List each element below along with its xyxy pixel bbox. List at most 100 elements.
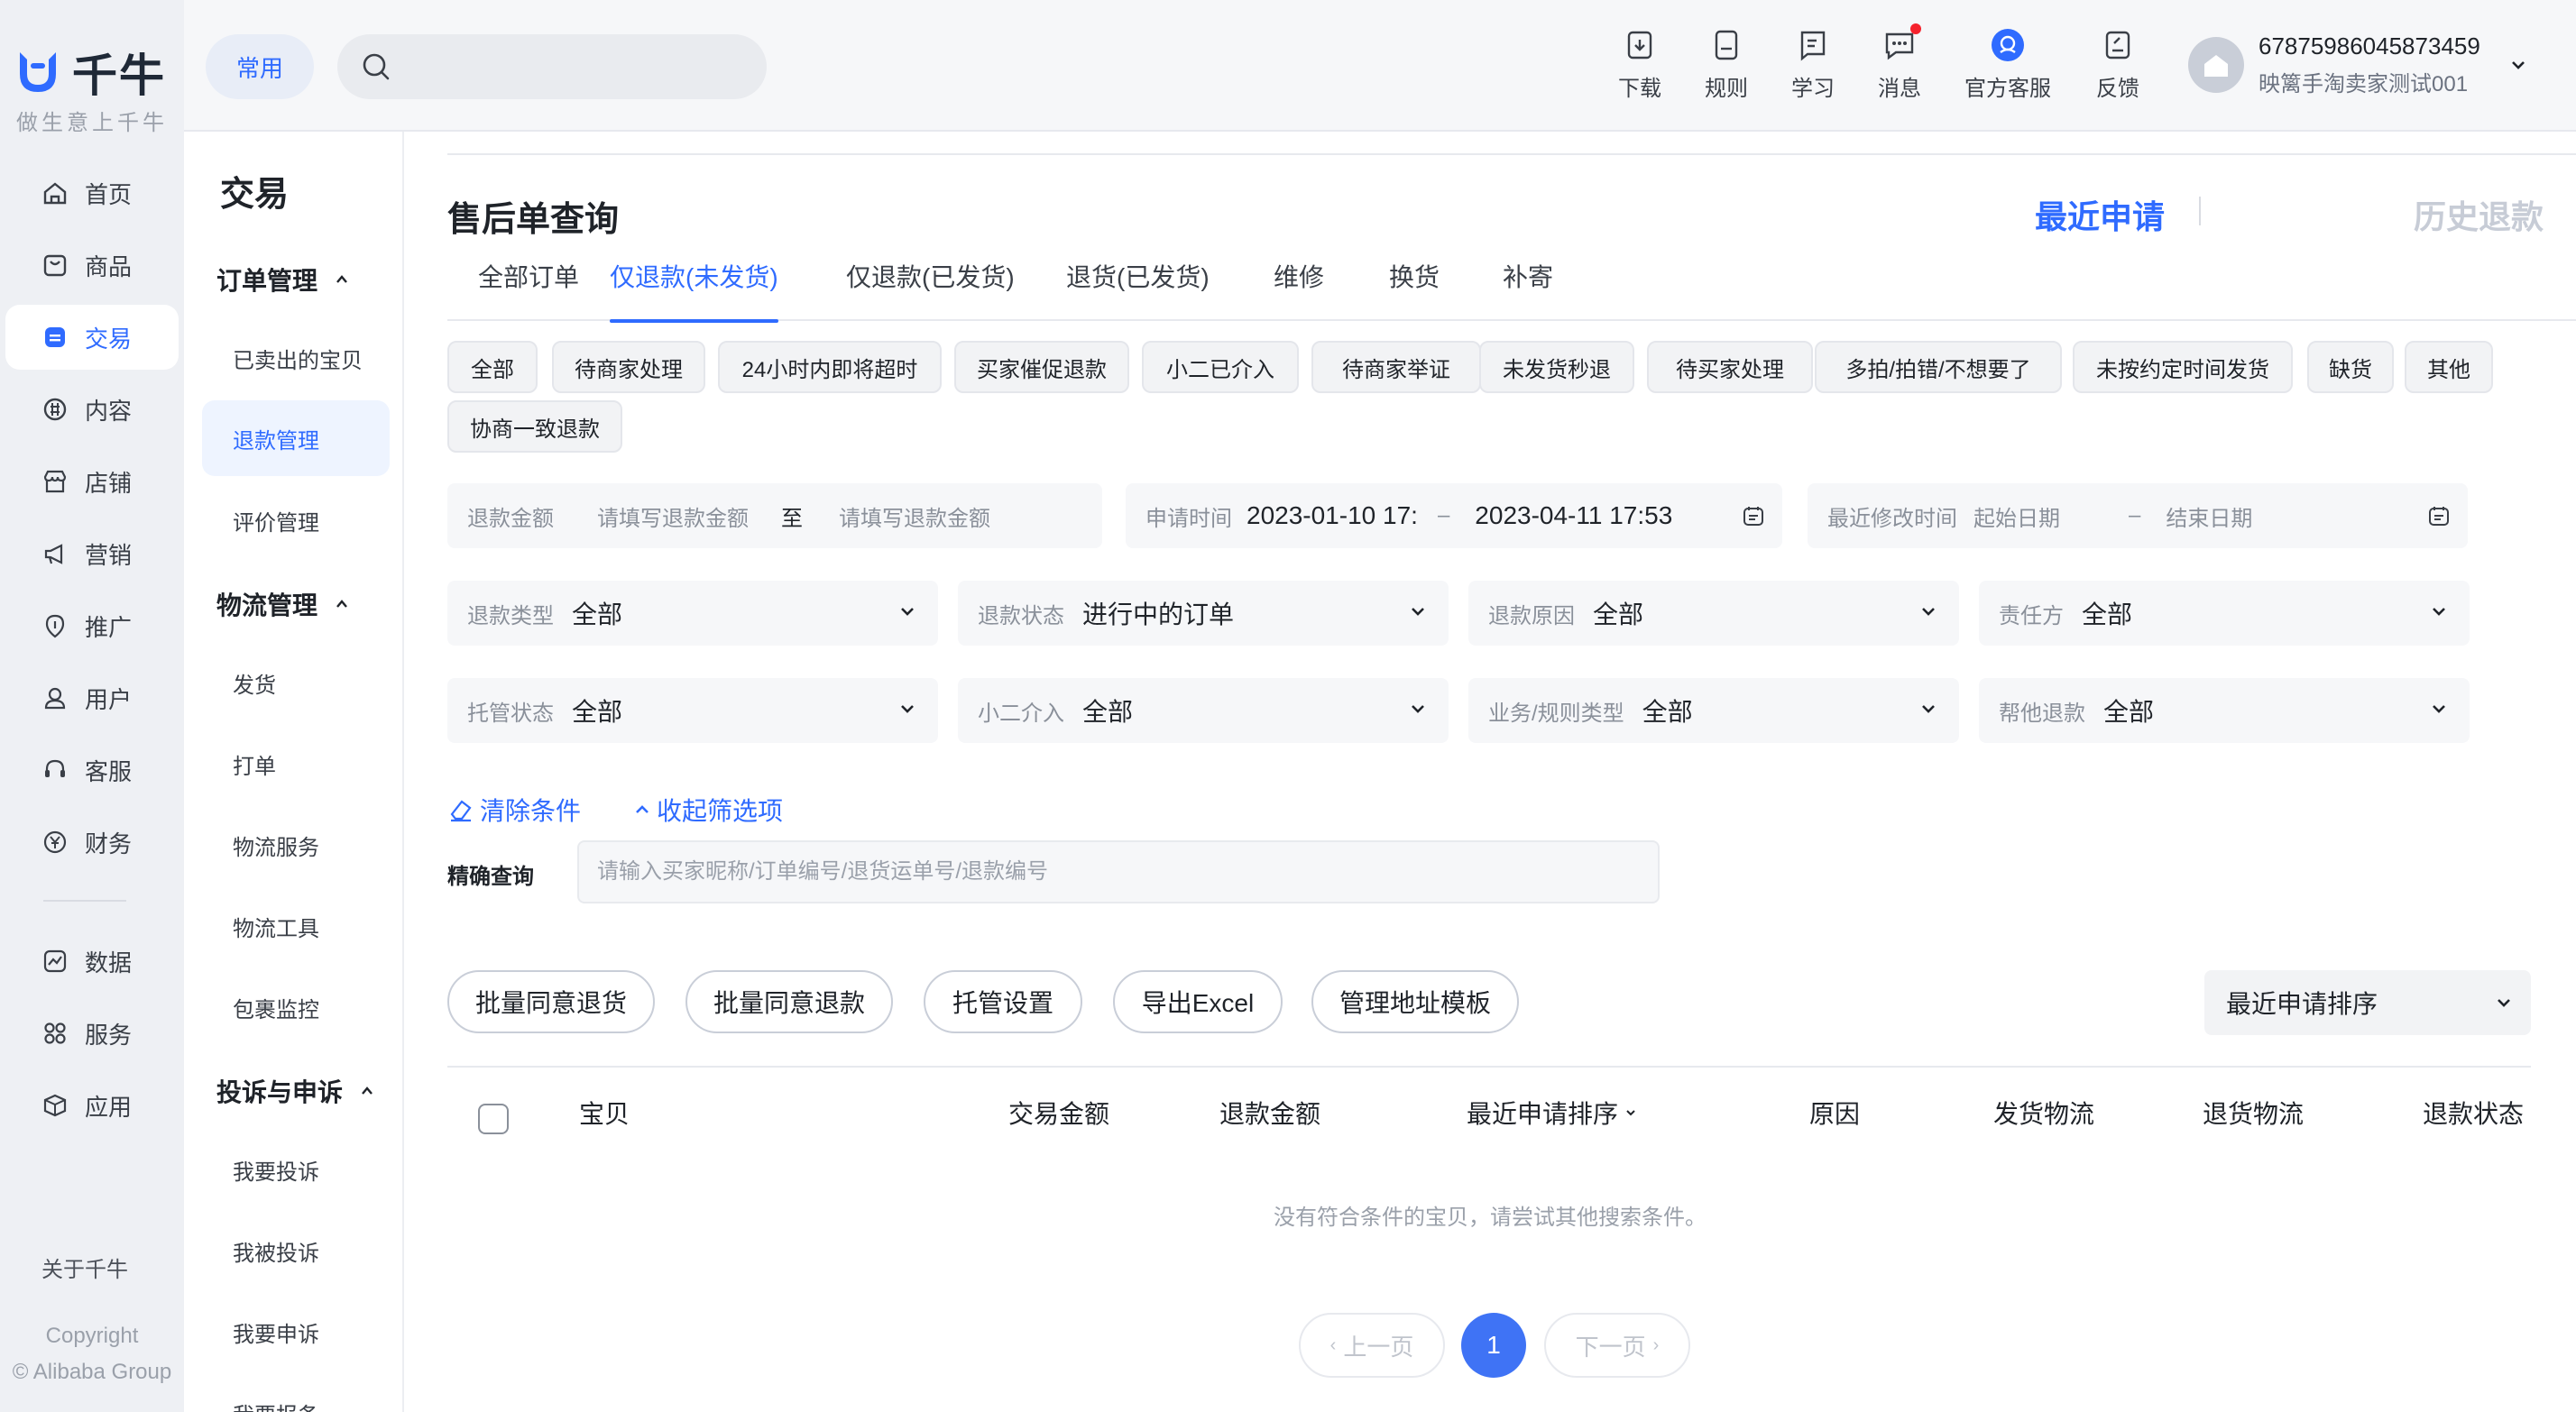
select-all-checkbox[interactable] <box>478 1104 509 1134</box>
chip-late-delivery[interactable]: 未按约定时间发货 <box>2073 341 2293 393</box>
about-link[interactable]: 关于千牛 <box>41 1252 128 1283</box>
history-refunds-link[interactable]: 历史退款 <box>2414 191 2544 238</box>
batch-approve-refund-button[interactable]: 批量同意退款 <box>685 970 893 1033</box>
modify-time-start[interactable]: 起始日期 <box>1973 500 2060 532</box>
rail-item-service[interactable]: 客服 <box>5 738 179 802</box>
rail-label: 店铺 <box>85 469 133 497</box>
pager-next-button[interactable]: 下一页 › <box>1544 1313 1690 1378</box>
apply-time-range[interactable]: 申请时间 2023-01-10 17: – 2023-04-11 17:53 <box>1126 483 1782 548</box>
tab-all-orders[interactable]: 全部订单 <box>478 258 579 321</box>
batch-approve-return-button[interactable]: 批量同意退货 <box>447 970 655 1033</box>
refund-amount-max-input[interactable]: 请填写退款金额 <box>839 500 990 532</box>
tab-exchange[interactable]: 换货 <box>1389 258 1440 321</box>
global-search[interactable] <box>337 34 767 99</box>
modify-time-range[interactable]: 最近修改时间 起始日期 – 结束日期 <box>1808 483 2468 548</box>
chip-pending-merchant[interactable]: 待商家处理 <box>552 341 705 393</box>
subnav-item-complain[interactable]: 我要投诉 <box>233 1154 319 1186</box>
avatar <box>2188 37 2244 93</box>
subnav-item-logistics-service[interactable]: 物流服务 <box>233 830 319 861</box>
tab-refund-shipped[interactable]: 仅退款(已发货) <box>846 258 1015 321</box>
subnav-item-parcel[interactable]: 包裹监控 <box>233 992 319 1023</box>
chip-mutual-agreement[interactable]: 协商一致退款 <box>447 400 622 453</box>
chip-buyer-urge[interactable]: 买家催促退款 <box>954 341 1129 393</box>
chip-out-of-stock[interactable]: 缺货 <box>2307 341 2394 393</box>
chip-wrong-order[interactable]: 多拍/拍错/不想要了 <box>1815 341 2062 393</box>
rail-item-goods[interactable]: 商品 <box>5 233 179 298</box>
select-refund-on-behalf[interactable]: 帮他退款 全部 <box>1979 678 2470 743</box>
tool-messages[interactable]: 消息 <box>1878 23 1921 102</box>
rail-item-home[interactable]: 首页 <box>5 160 179 225</box>
select-responsible-party[interactable]: 责任方 全部 <box>1979 581 2470 646</box>
subnav-item-appeal[interactable]: 我要申诉 <box>233 1316 319 1348</box>
select-refund-reason[interactable]: 退款原因 全部 <box>1468 581 1959 646</box>
subnav-item-report[interactable]: 我要报备 <box>233 1398 319 1412</box>
tool-feedback[interactable]: 反馈 <box>2096 27 2139 102</box>
subnav-item-logistics-tool[interactable]: 物流工具 <box>233 911 319 942</box>
rail-item-services[interactable]: 服务 <box>5 1001 179 1066</box>
global-search-input[interactable] <box>404 54 747 79</box>
subnav-group-logistics[interactable]: 物流管理 <box>216 586 350 622</box>
clear-filters-button[interactable]: 清除条件 <box>447 792 581 828</box>
modify-time-end[interactable]: 结束日期 <box>2166 500 2252 532</box>
chip-staff-intervened[interactable]: 小二已介入 <box>1142 341 1299 393</box>
apply-time-end[interactable]: 2023-04-11 17:53 <box>1475 501 1672 530</box>
subnav-item-sold[interactable]: 已卖出的宝贝 <box>233 343 363 374</box>
rail-item-content[interactable]: 内容 <box>5 377 179 442</box>
chip-pending-buyer[interactable]: 待买家处理 <box>1647 341 1813 393</box>
chevron-down-icon <box>1922 608 1935 616</box>
subnav-group-complaint[interactable]: 投诉与申诉 <box>216 1073 375 1109</box>
rail-item-trade[interactable]: 交易 <box>5 305 179 370</box>
subnav-item-review[interactable]: 评价管理 <box>233 505 319 536</box>
collapse-filters-button[interactable]: 收起筛选项 <box>633 792 783 828</box>
tool-learn[interactable]: 学习 <box>1791 27 1835 102</box>
tab-resend[interactable]: 补寄 <box>1503 258 1553 321</box>
select-staff-intervention[interactable]: 小二介入 全部 <box>958 678 1449 743</box>
rail-item-promote[interactable]: 推广 <box>5 593 179 658</box>
sort-select[interactable]: 最近申请排序 <box>2204 970 2531 1035</box>
select-refund-status[interactable]: 退款状态 进行中的订单 <box>958 581 1449 646</box>
qianniu-logo[interactable]: 千牛 <box>13 40 166 105</box>
column-sort-recent[interactable]: 最近申请排序 <box>1467 1095 1638 1131</box>
select-refund-type[interactable]: 退款类型 全部 <box>447 581 938 646</box>
exact-search-input[interactable] <box>577 840 1660 903</box>
rail-item-apps[interactable]: 应用 <box>5 1073 179 1138</box>
subnav-item-complained[interactable]: 我被投诉 <box>233 1235 319 1267</box>
chip-timeout-soon[interactable]: 24小时内即将超时 <box>718 341 942 393</box>
chip-other[interactable]: 其他 <box>2405 341 2493 393</box>
select-business-rule-type[interactable]: 业务/规则类型 全部 <box>1468 678 1959 743</box>
tab-refund-unshipped[interactable]: 仅退款(未发货) <box>575 258 813 323</box>
rail-item-users[interactable]: 用户 <box>5 665 179 730</box>
subnav-group-orders[interactable]: 订单管理 <box>216 261 350 298</box>
range-separator: – <box>1437 503 1450 527</box>
select-custody-status[interactable]: 托管状态 全部 <box>447 678 938 743</box>
chip-instant-refund[interactable]: 未发货秒退 <box>1479 341 1634 393</box>
chip-pending-evidence[interactable]: 待商家举证 <box>1311 341 1481 393</box>
subnav-item-print[interactable]: 打单 <box>233 748 276 780</box>
rail-item-store[interactable]: 店铺 <box>5 449 179 514</box>
field-value: 全部 <box>1082 698 1134 726</box>
common-button[interactable]: 常用 <box>206 34 314 99</box>
chip-all[interactable]: 全部 <box>447 341 538 393</box>
chevron-up-icon <box>336 275 347 283</box>
recent-applications-link[interactable]: 最近申请 <box>2035 191 2165 238</box>
user-account[interactable]: 67875986045873459 映篱手淘卖家测试001 <box>2188 32 2529 97</box>
tab-return-shipped[interactable]: 退货(已发货) <box>1066 258 1210 321</box>
rail-item-data[interactable]: 数据 <box>5 929 179 994</box>
chevron-down-icon[interactable] <box>2507 54 2529 76</box>
rail-item-finance[interactable]: 财务 <box>5 810 179 875</box>
tool-rules[interactable]: 规则 <box>1705 27 1748 102</box>
export-excel-button[interactable]: 导出Excel <box>1113 970 1283 1033</box>
rail-item-marketing[interactable]: 营销 <box>5 521 179 586</box>
exact-search-label: 精确查询 <box>447 865 534 889</box>
tool-download[interactable]: 下载 <box>1618 27 1661 102</box>
pager-current-page[interactable]: 1 <box>1461 1313 1526 1378</box>
manage-address-template-button[interactable]: 管理地址模板 <box>1311 970 1519 1033</box>
subnav-item-ship[interactable]: 发货 <box>233 667 276 699</box>
apply-time-start[interactable]: 2023-01-10 17: <box>1247 501 1418 530</box>
tool-official-support[interactable]: 官方客服 <box>1964 27 2051 102</box>
custody-settings-button[interactable]: 托管设置 <box>924 970 1082 1033</box>
tab-repair[interactable]: 维修 <box>1274 258 1324 321</box>
pager-prev-button[interactable]: ‹ 上一页 <box>1299 1313 1445 1378</box>
refund-amount-min-input[interactable]: 请填写退款金额 <box>597 500 749 532</box>
subnav-item-refund[interactable]: 退款管理 <box>202 400 390 476</box>
